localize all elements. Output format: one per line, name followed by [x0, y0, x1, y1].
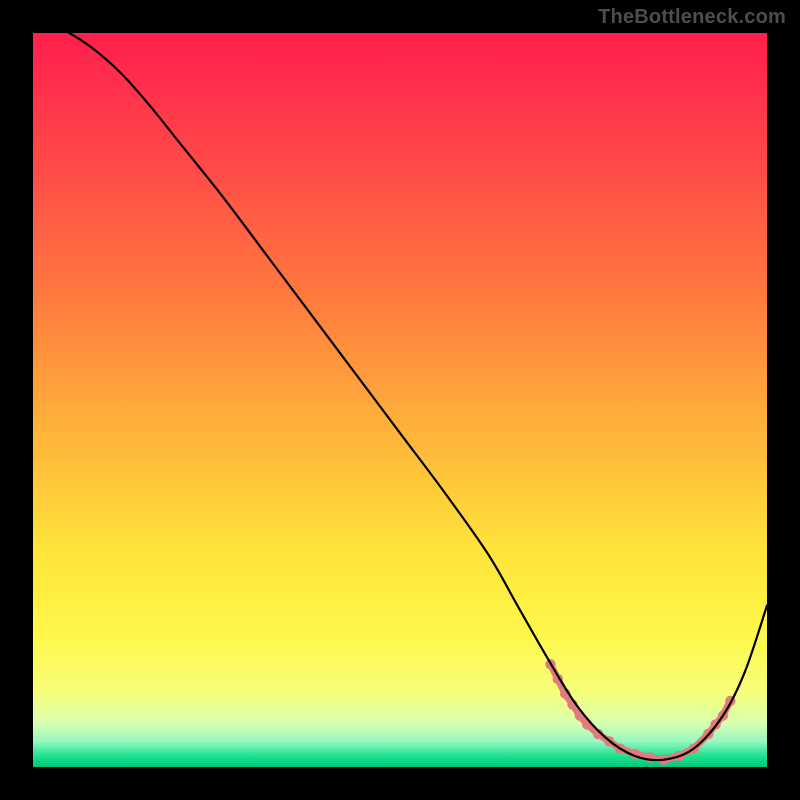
chart-background — [33, 33, 767, 767]
bottleneck-chart — [33, 33, 767, 767]
chart-stage: TheBottleneck.com — [0, 0, 800, 800]
watermark-text: TheBottleneck.com — [598, 6, 786, 29]
